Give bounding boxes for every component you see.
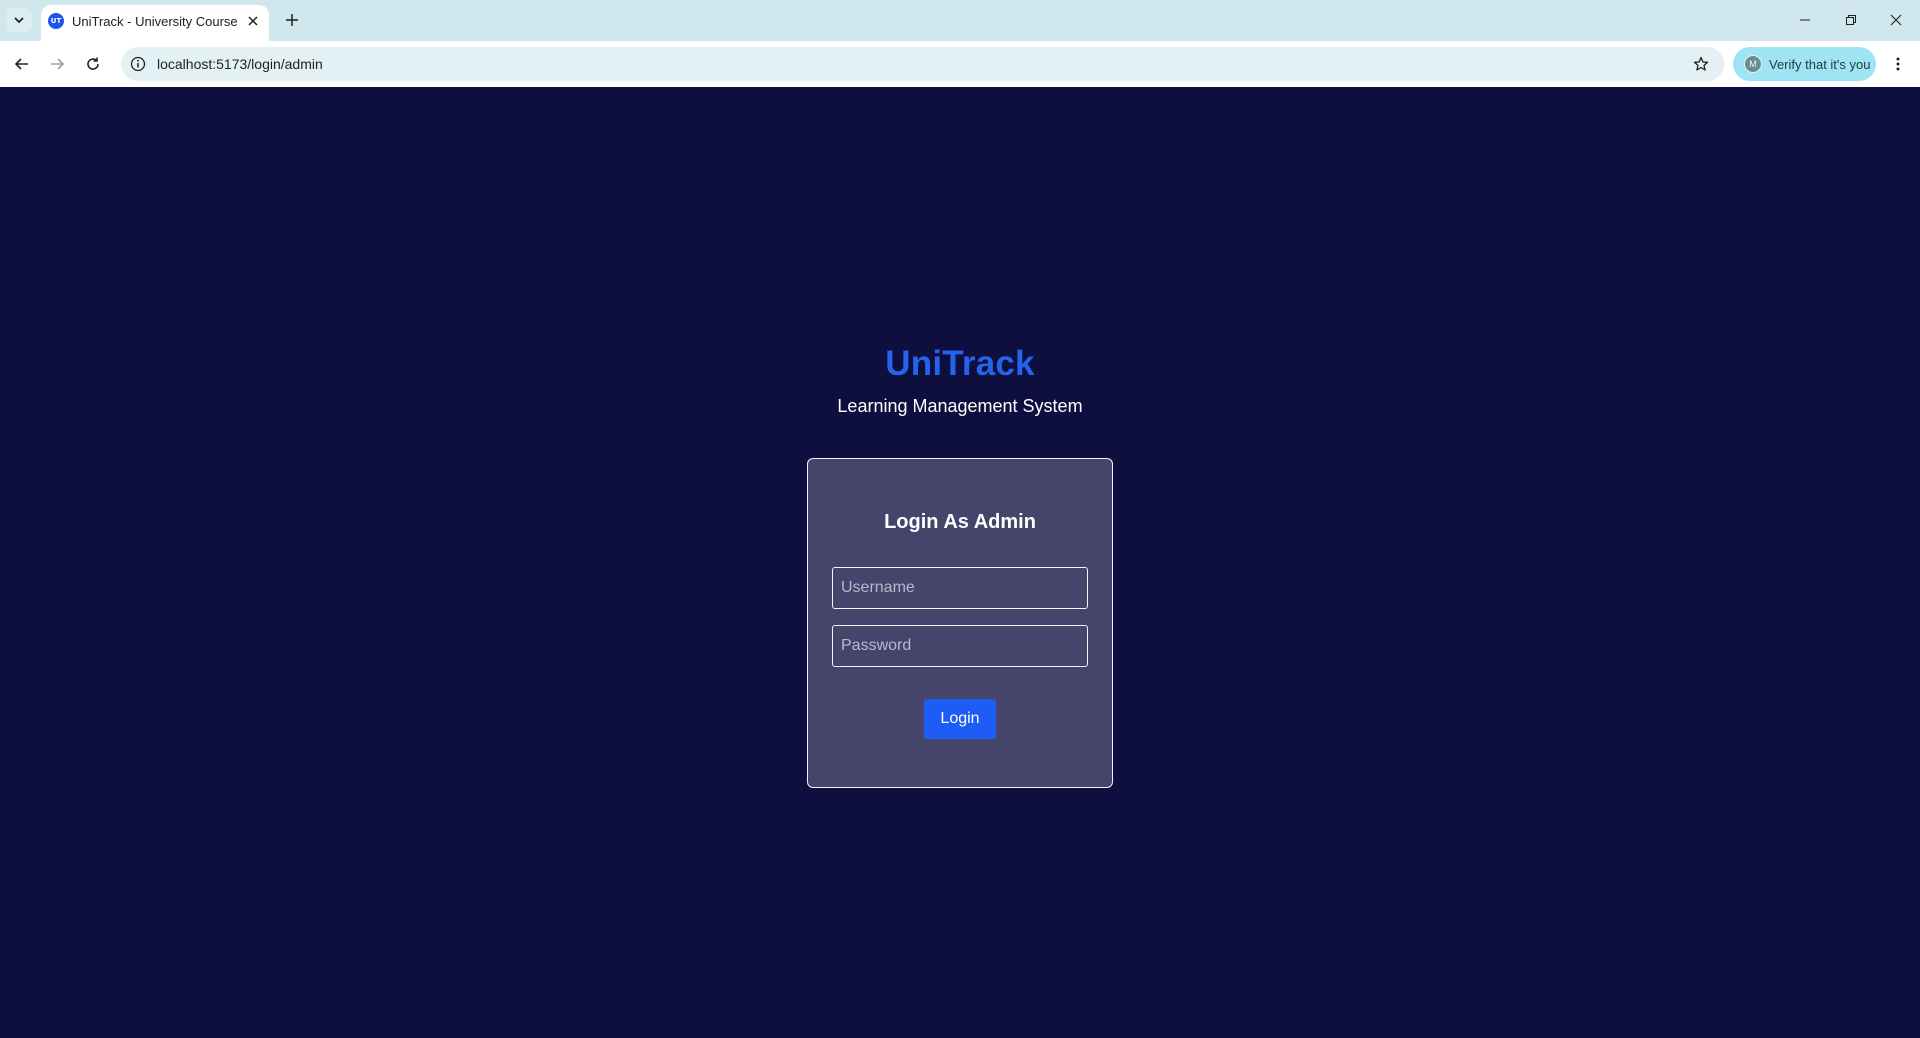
tab-title: UniTrack - University Course M	[72, 14, 242, 29]
brand-title: UniTrack	[885, 344, 1035, 383]
minimize-button[interactable]	[1790, 6, 1820, 34]
brand-tagline: Learning Management System	[837, 396, 1083, 416]
profile-verify-chip[interactable]: M Verify that it's you	[1733, 47, 1876, 81]
close-icon	[1890, 14, 1902, 26]
browser-tab-strip: UT UniTrack - University Course M	[0, 0, 1920, 41]
new-tab-button[interactable]	[281, 9, 303, 31]
star-icon	[1693, 56, 1709, 71]
tab-close-button[interactable]	[245, 13, 261, 29]
arrow-left-icon	[14, 58, 28, 70]
reload-button[interactable]	[79, 50, 107, 78]
username-input[interactable]	[832, 567, 1088, 609]
site-info-button[interactable]	[128, 54, 148, 74]
close-window-button[interactable]	[1881, 6, 1911, 34]
forward-button[interactable]	[43, 50, 71, 78]
info-icon	[130, 56, 146, 72]
login-button[interactable]: Login	[924, 699, 996, 739]
reload-icon	[87, 57, 99, 70]
close-icon	[248, 16, 258, 26]
address-bar[interactable]: localhost:5173/login/admin	[121, 47, 1724, 81]
arrow-right-icon	[51, 58, 65, 70]
restore-icon	[1846, 15, 1856, 25]
bookmark-button[interactable]	[1690, 53, 1712, 75]
restore-button[interactable]	[1836, 6, 1866, 34]
login-card: Login As Admin Login	[807, 458, 1113, 788]
browser-tab[interactable]: UT UniTrack - University Course M	[41, 5, 269, 41]
tab-list-button[interactable]	[6, 8, 32, 32]
url-text[interactable]: localhost:5173/login/admin	[157, 56, 323, 72]
avatar: M	[1744, 55, 1762, 73]
browser-toolbar: localhost:5173/login/admin M Verify that…	[0, 41, 1920, 87]
browser-menu-button[interactable]	[1884, 50, 1912, 78]
plus-icon	[286, 14, 298, 26]
login-card-title: Login As Admin	[884, 511, 1036, 533]
back-button[interactable]	[8, 50, 36, 78]
tab-favicon-icon: UT	[48, 13, 64, 29]
password-input[interactable]	[832, 625, 1088, 667]
chevron-down-icon	[14, 17, 24, 24]
verify-label: Verify that it's you	[1769, 57, 1871, 72]
kebab-menu-icon	[1896, 57, 1900, 71]
minimize-icon	[1800, 19, 1810, 21]
